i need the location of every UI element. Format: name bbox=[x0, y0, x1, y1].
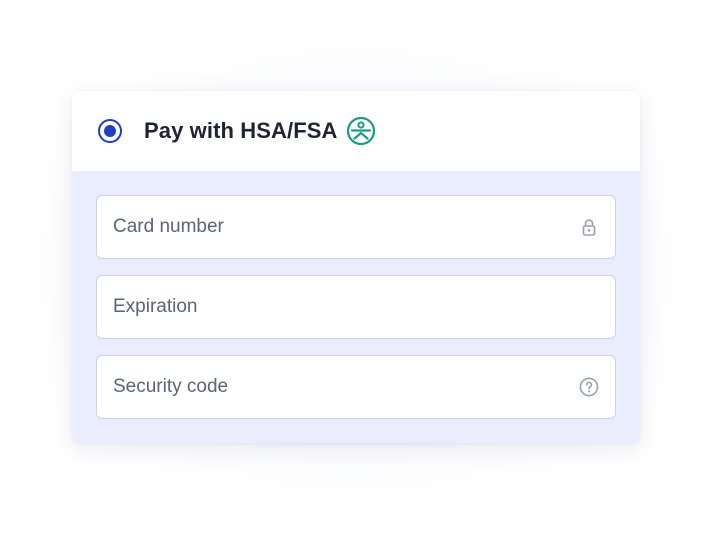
radio-selected-dot bbox=[104, 125, 116, 137]
security-code-input[interactable] bbox=[113, 376, 571, 398]
card-number-field[interactable] bbox=[96, 195, 616, 259]
card-number-input[interactable] bbox=[113, 216, 571, 238]
payment-option-radio[interactable] bbox=[98, 119, 122, 143]
payment-option-header[interactable]: Pay with HSA/FSA bbox=[72, 91, 640, 171]
security-code-field[interactable] bbox=[96, 355, 616, 419]
lock-icon bbox=[579, 217, 599, 237]
expiration-field[interactable] bbox=[96, 275, 616, 339]
payment-option-label: Pay with HSA/FSA bbox=[144, 118, 338, 143]
payment-card: Pay with HSA/FSA bbox=[72, 91, 640, 443]
hsa-fsa-logo-icon bbox=[346, 116, 376, 146]
help-circle-icon[interactable] bbox=[579, 377, 599, 397]
expiration-input[interactable] bbox=[113, 296, 599, 318]
page-background: Pay with HSA/FSA bbox=[0, 0, 712, 534]
card-form bbox=[72, 171, 640, 419]
